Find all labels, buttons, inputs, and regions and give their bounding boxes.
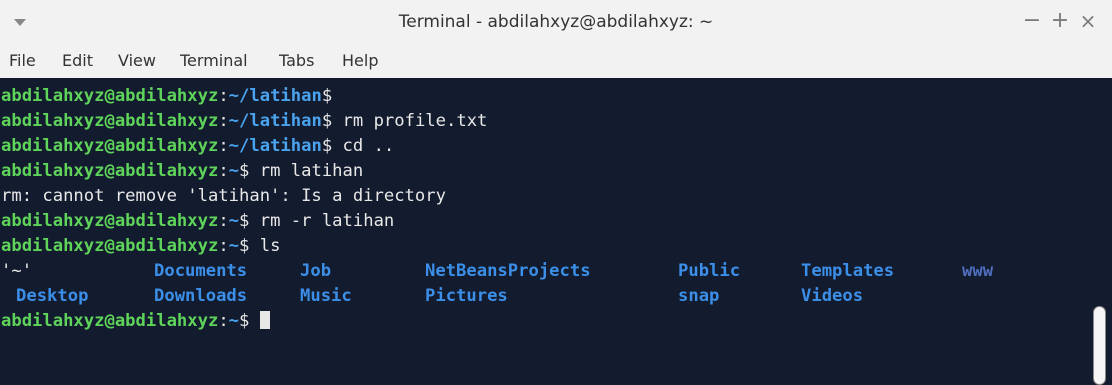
prompt-dollar: $ <box>321 86 333 106</box>
ls-entry: '~' <box>1 261 33 281</box>
ls-entry: Documents <box>154 261 248 281</box>
command-text: rm profile.txt <box>332 111 488 131</box>
ls-entry: Desktop <box>16 286 89 306</box>
command-text: cd .. <box>332 136 395 156</box>
terminal-output[interactable]: abdilahxyz@abdilahxyz:~/latihan$ abdilah… <box>0 78 1112 385</box>
prompt-colon: : <box>218 311 229 331</box>
prompt-path: ~/latihan <box>228 136 322 156</box>
maximize-button[interactable]: + <box>1048 8 1072 34</box>
prompt-dollar: $ <box>321 111 333 131</box>
prompt-path: ~ <box>228 236 240 256</box>
ls-entry: Job <box>300 261 332 281</box>
prompt-colon: : <box>218 161 229 181</box>
prompt-dollar: $ <box>239 236 250 256</box>
prompt-path: ~/latihan <box>228 86 322 106</box>
prompt-path: ~ <box>228 211 240 231</box>
menu-edit[interactable]: Edit <box>62 44 93 78</box>
prompt-colon: : <box>218 136 229 156</box>
command-text: ls <box>249 236 281 256</box>
ls-entry: Videos <box>801 286 864 306</box>
prompt-colon: : <box>218 236 229 256</box>
prompt-user: abdilahxyz@abdilahxyz <box>1 236 219 256</box>
menu-bar: File Edit View Terminal Tabs Help <box>0 44 1112 78</box>
menu-view[interactable]: View <box>118 44 156 78</box>
prompt-dollar: $ <box>239 211 250 231</box>
menu-file[interactable]: File <box>9 44 36 78</box>
prompt-user: abdilahxyz@abdilahxyz <box>1 86 219 106</box>
terminal-line: abdilahxyz@abdilahxyz:~/latihan$ cd .. <box>1 134 394 159</box>
terminal-line: abdilahxyz@abdilahxyz:~/latihan$ <box>1 84 332 109</box>
ls-entry: snap <box>678 286 720 306</box>
menu-help[interactable]: Help <box>342 44 378 78</box>
terminal-scrollbar[interactable] <box>1093 306 1106 385</box>
prompt-dollar: $ <box>321 136 333 156</box>
ls-entry: NetBeansProjects <box>425 261 591 281</box>
error-output: rm: cannot remove 'latihan': Is a direct… <box>1 186 446 206</box>
terminal-line: abdilahxyz@abdilahxyz:~$ <box>1 309 270 334</box>
terminal-line: abdilahxyz@abdilahxyz:~$ rm -r latihan <box>1 209 394 234</box>
prompt-colon: : <box>218 86 229 106</box>
prompt-path: ~ <box>228 161 240 181</box>
terminal-window: Terminal - abdilahxyz@abdilahxyz: ~ − + … <box>0 0 1112 385</box>
command-text <box>249 311 259 331</box>
text-cursor <box>259 311 270 329</box>
terminal-line: abdilahxyz@abdilahxyz:~$ ls <box>1 234 280 259</box>
prompt-dollar: $ <box>239 161 250 181</box>
ls-entry: www <box>962 261 994 281</box>
ls-entry: Pictures <box>425 286 508 306</box>
ls-entry: Music <box>300 286 352 306</box>
ls-entry: Downloads <box>154 286 248 306</box>
title-bar[interactable]: Terminal - abdilahxyz@abdilahxyz: ~ − + … <box>0 0 1112 44</box>
prompt-colon: : <box>218 211 229 231</box>
prompt-user: abdilahxyz@abdilahxyz <box>1 311 219 331</box>
prompt-path: ~ <box>228 311 240 331</box>
prompt-user: abdilahxyz@abdilahxyz <box>1 111 219 131</box>
command-text: rm latihan <box>249 161 364 181</box>
terminal-line: abdilahxyz@abdilahxyz:~$ rm latihan <box>1 159 363 184</box>
window-title: Terminal - abdilahxyz@abdilahxyz: ~ <box>398 12 714 32</box>
prompt-dollar: $ <box>239 311 250 331</box>
command-text: rm -r latihan <box>249 211 395 231</box>
prompt-user: abdilahxyz@abdilahxyz <box>1 136 219 156</box>
close-button[interactable]: × <box>1076 8 1100 34</box>
prompt-colon: : <box>218 111 229 131</box>
terminal-line: abdilahxyz@abdilahxyz:~/latihan$ rm prof… <box>1 109 487 134</box>
minimize-button[interactable]: − <box>1020 8 1044 34</box>
menu-terminal[interactable]: Terminal <box>180 44 248 78</box>
ls-entry: Templates <box>801 261 895 281</box>
menu-tabs[interactable]: Tabs <box>279 44 314 78</box>
prompt-user: abdilahxyz@abdilahxyz <box>1 211 219 231</box>
prompt-user: abdilahxyz@abdilahxyz <box>1 161 219 181</box>
ls-entry: Public <box>678 261 741 281</box>
terminal-line: rm: cannot remove 'latihan': Is a direct… <box>1 184 446 209</box>
prompt-path: ~/latihan <box>228 111 322 131</box>
